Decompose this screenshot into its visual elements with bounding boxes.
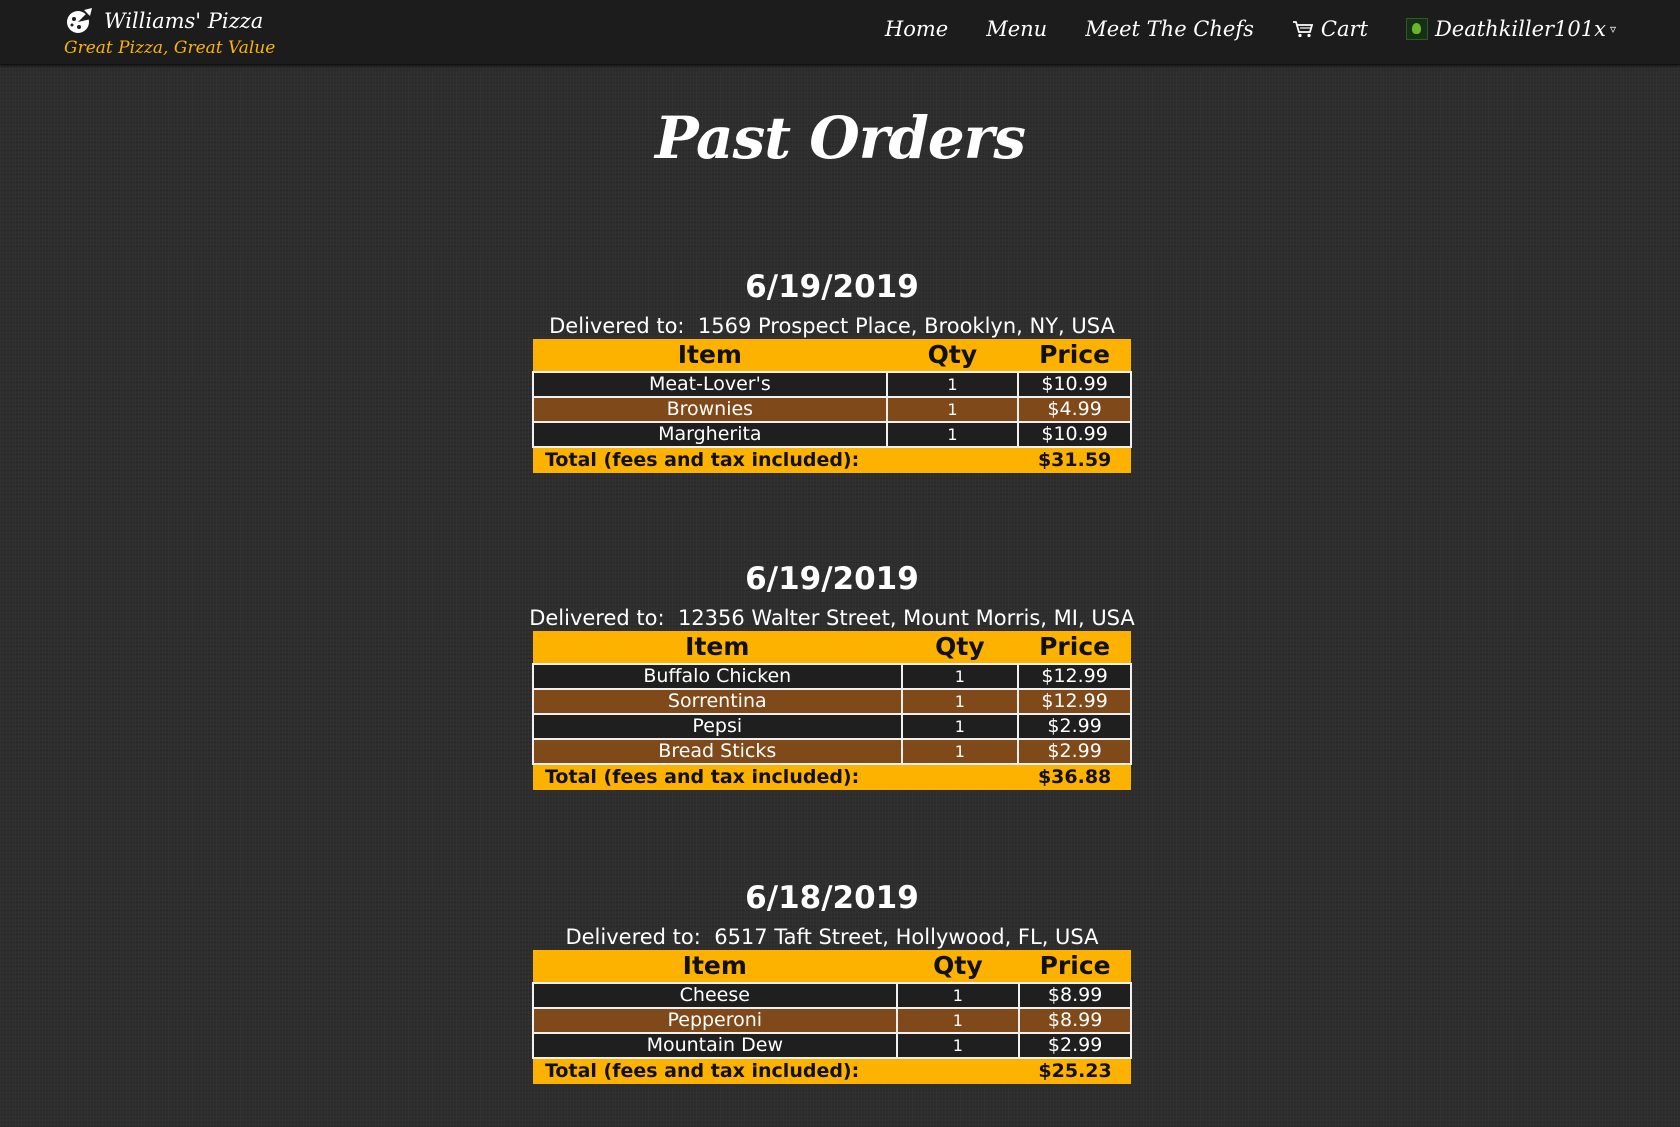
item-price: $2.99: [1018, 1032, 1132, 1059]
item-name: Bread Sticks: [532, 738, 903, 765]
total-value: $31.59: [1018, 447, 1131, 473]
column-header-price: Price: [1019, 950, 1131, 983]
table-row: Mountain Dew 1 $2.99: [532, 1032, 1132, 1059]
delivered-label: Delivered to:: [529, 606, 665, 630]
navbar: Williams' Pizza Great Pizza, Great Value…: [0, 0, 1680, 65]
brand-link[interactable]: Williams' Pizza Great Pizza, Great Value: [64, 6, 275, 58]
table-header-row: Item Qty Price: [533, 950, 1131, 983]
column-header-item: Item: [533, 950, 897, 983]
table-header-row: Item Qty Price: [533, 631, 1131, 664]
table-row: Pepperoni 1 $8.99: [532, 1007, 1132, 1034]
item-qty: 1: [895, 982, 1021, 1009]
item-price: $2.99: [1017, 738, 1132, 765]
item-name: Buffalo Chicken: [532, 663, 903, 690]
total-label: Total (fees and tax included):: [533, 1058, 1020, 1084]
item-price: $12.99: [1017, 688, 1132, 715]
delivery-address: Delivered to: 12356 Walter Street, Mount…: [0, 605, 1664, 631]
delivery-address: Delivered to: 6517 Taft Street, Hollywoo…: [0, 924, 1664, 950]
cart-icon: [1292, 21, 1314, 38]
total-row: Total (fees and tax included): $36.88: [533, 764, 1131, 790]
total-label: Total (fees and tax included):: [533, 447, 1019, 473]
table-header-row: Item Qty Price: [533, 339, 1131, 372]
nav-home-link[interactable]: Home: [885, 17, 948, 41]
table-row: Bread Sticks 1 $2.99: [532, 738, 1132, 765]
total-row: Total (fees and tax included): $31.59: [533, 447, 1131, 473]
order-items-table: Item Qty Price Cheese 1 $8.99 Pepperoni …: [532, 950, 1132, 1084]
item-name: Meat-Lover's: [532, 371, 888, 398]
item-name: Mountain Dew: [532, 1032, 898, 1059]
item-qty: 1: [885, 421, 1020, 448]
item-qty: 1: [900, 713, 1020, 740]
item-name: Sorrentina: [532, 688, 903, 715]
order-date: 6/18/2019: [745, 880, 919, 916]
username: Deathkiller101x: [1434, 17, 1606, 41]
total-value: $25.23: [1019, 1058, 1131, 1084]
table-row: Meat-Lover's 1 $10.99: [532, 371, 1132, 398]
table-row: Brownies 1 $4.99: [532, 396, 1132, 423]
table-row: Buffalo Chicken 1 $12.99: [532, 663, 1132, 690]
order-card: 6/19/2019 Delivered to: 12356 Walter Str…: [0, 557, 1664, 790]
total-row: Total (fees and tax included): $25.23: [533, 1058, 1131, 1084]
order-date: 6/19/2019: [745, 561, 919, 597]
column-header-qty: Qty: [896, 950, 1020, 983]
item-price: $8.99: [1018, 1007, 1132, 1034]
nav-chefs-link[interactable]: Meet The Chefs: [1085, 17, 1254, 41]
item-price: $12.99: [1017, 663, 1132, 690]
order-date: 6/19/2019: [745, 269, 919, 305]
column-header-item: Item: [533, 631, 902, 664]
item-name: Cheese: [532, 982, 898, 1009]
chevron-down-icon: ▿: [1609, 22, 1616, 36]
table-row: Pepsi 1 $2.99: [532, 713, 1132, 740]
column-header-qty: Qty: [901, 631, 1019, 664]
nav-cart-label: Cart: [1320, 17, 1368, 41]
item-qty: 1: [900, 738, 1020, 765]
nav-menu-link[interactable]: Menu: [986, 17, 1047, 41]
avatar: [1405, 18, 1428, 40]
column-header-price: Price: [1018, 339, 1131, 372]
item-name: Brownies: [532, 396, 888, 423]
item-price: $4.99: [1017, 396, 1132, 423]
item-qty: 1: [895, 1007, 1021, 1034]
pizza-logo-icon: [67, 8, 92, 33]
brand-name: Williams' Pizza: [104, 9, 264, 33]
item-qty: 1: [885, 371, 1020, 398]
total-value: $36.88: [1018, 764, 1131, 790]
item-qty: 1: [900, 688, 1020, 715]
brand-tagline: Great Pizza, Great Value: [64, 38, 276, 58]
total-label: Total (fees and tax included):: [533, 764, 1019, 790]
address-text: 1569 Prospect Place, Brooklyn, NY, USA: [697, 314, 1115, 338]
delivered-label: Delivered to:: [549, 314, 685, 338]
column-header-item: Item: [533, 339, 887, 372]
table-row: Sorrentina 1 $12.99: [532, 688, 1132, 715]
nav-cart-link[interactable]: Cart: [1292, 17, 1368, 41]
column-header-price: Price: [1018, 631, 1131, 664]
item-qty: 1: [895, 1032, 1021, 1059]
order-card: 6/18/2019 Delivered to: 6517 Taft Street…: [0, 876, 1664, 1084]
order-card: 6/19/2019 Delivered to: 1569 Prospect Pl…: [0, 265, 1664, 473]
user-menu-dropdown[interactable]: Deathkiller101x ▿: [1405, 17, 1616, 41]
column-header-qty: Qty: [886, 339, 1019, 372]
item-name: Margherita: [532, 421, 888, 448]
item-price: $8.99: [1018, 982, 1132, 1009]
item-name: Pepperoni: [532, 1007, 898, 1034]
order-items-table: Item Qty Price Meat-Lover's 1 $10.99 Bro…: [532, 339, 1132, 473]
item-qty: 1: [885, 396, 1020, 423]
page-title: Past Orders: [654, 104, 1026, 172]
delivery-address: Delivered to: 1569 Prospect Place, Brook…: [0, 313, 1664, 339]
item-price: $10.99: [1017, 421, 1132, 448]
item-price: $2.99: [1017, 713, 1132, 740]
item-qty: 1: [900, 663, 1020, 690]
address-text: 12356 Walter Street, Mount Morris, MI, U…: [677, 606, 1135, 630]
order-items-table: Item Qty Price Buffalo Chicken 1 $12.99 …: [532, 631, 1132, 790]
main-nav: Home Menu Meet The Chefs Cart Deathkille…: [847, 17, 1616, 41]
item-name: Pepsi: [532, 713, 903, 740]
item-price: $10.99: [1017, 371, 1132, 398]
table-row: Margherita 1 $10.99: [532, 421, 1132, 448]
table-row: Cheese 1 $8.99: [532, 982, 1132, 1009]
delivered-label: Delivered to:: [565, 925, 701, 949]
address-text: 6517 Taft Street, Hollywood, FL, USA: [714, 925, 1099, 949]
